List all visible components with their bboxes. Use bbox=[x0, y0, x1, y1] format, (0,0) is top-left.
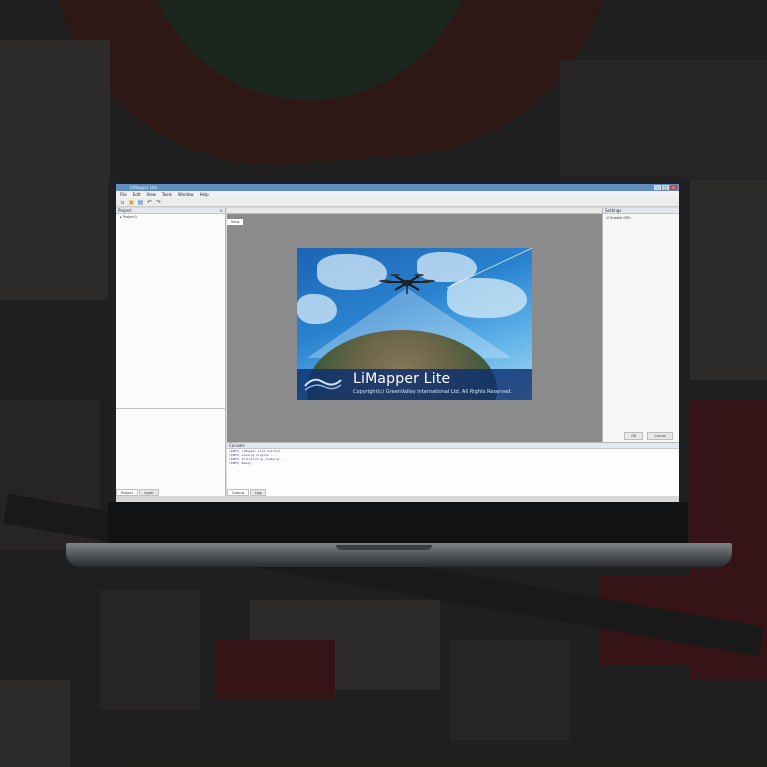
menu-help[interactable]: Help bbox=[200, 191, 209, 198]
close-button[interactable]: × bbox=[670, 185, 677, 190]
menu-window[interactable]: Window bbox=[178, 191, 194, 198]
menu-file[interactable]: File bbox=[120, 191, 127, 198]
window-titlebar: LiMapper Lite – □ × bbox=[116, 184, 679, 191]
laptop-screen: LiMapper Lite – □ × File Edit View Tools… bbox=[116, 184, 679, 502]
console-tabs: Output Log bbox=[227, 489, 267, 496]
screen-bezel bbox=[108, 502, 688, 543]
left-panel-tabs: Project Layer bbox=[116, 489, 159, 496]
splash-screen: LiMapper Lite Copyright(c) GreenValley I… bbox=[297, 248, 532, 400]
tab-layer[interactable]: Layer bbox=[138, 489, 159, 496]
save-icon[interactable]: ▤ bbox=[137, 199, 144, 206]
maximize-button[interactable]: □ bbox=[662, 185, 669, 190]
menu-tools[interactable]: Tools bbox=[162, 191, 172, 198]
menu-view[interactable]: View bbox=[146, 191, 156, 198]
settings-panel: Settings ☑ Enable GPU OK Cancel bbox=[602, 208, 679, 446]
settings-panel-header: Settings bbox=[603, 208, 679, 214]
settings-panel-title: Settings bbox=[605, 208, 622, 213]
console-header: Console bbox=[227, 443, 679, 449]
project-panel: Project × ▸ Project1 Project Layer bbox=[116, 208, 226, 496]
window-controls: – □ × bbox=[654, 185, 677, 190]
splash-copyright: Copyright(c) GreenValley International L… bbox=[353, 389, 512, 395]
settings-checkbox[interactable]: ☑ Enable GPU bbox=[603, 214, 679, 222]
laptop-notch bbox=[336, 545, 432, 550]
cancel-button[interactable]: Cancel bbox=[647, 432, 673, 440]
company-logo-icon bbox=[304, 378, 342, 391]
console-line: [INFO] Ready bbox=[229, 461, 251, 465]
splash-footer: LiMapper Lite Copyright(c) GreenValley I… bbox=[297, 369, 532, 400]
tab-output[interactable]: Output bbox=[227, 489, 250, 496]
panel-splitter[interactable] bbox=[116, 408, 226, 409]
drone-icon bbox=[379, 274, 435, 294]
menu-bar: File Edit View Tools Window Help bbox=[116, 191, 679, 198]
console-title: Console bbox=[229, 443, 245, 448]
tab-project[interactable]: Project bbox=[116, 489, 138, 496]
tree-item[interactable]: ▸ Project1 bbox=[116, 214, 225, 220]
toolbar: ▫ ▣ ▤ ↶ ↷ bbox=[116, 198, 679, 207]
window-title: LiMapper Lite bbox=[130, 185, 158, 190]
redo-icon[interactable]: ↷ bbox=[155, 199, 162, 206]
project-panel-title: Project bbox=[118, 208, 132, 213]
project-panel-header: Project × bbox=[116, 208, 225, 214]
open-folder-icon[interactable]: ▣ bbox=[128, 199, 135, 206]
menu-edit[interactable]: Edit bbox=[133, 191, 141, 198]
splash-title: LiMapper Lite bbox=[353, 371, 451, 387]
console-panel: Console [INFO] LiMapper Lite started [IN… bbox=[227, 442, 679, 496]
minimize-button[interactable]: – bbox=[654, 185, 661, 190]
new-file-icon[interactable]: ▫ bbox=[119, 199, 126, 206]
ok-button[interactable]: OK bbox=[624, 432, 644, 440]
main-view: View LiMapper Lite Copyright(c) GreenVal… bbox=[227, 208, 602, 442]
tab-log[interactable]: Log bbox=[250, 489, 267, 496]
tab-view[interactable]: View bbox=[227, 219, 244, 225]
settings-buttons: OK Cancel bbox=[624, 432, 673, 440]
undo-icon[interactable]: ↶ bbox=[146, 199, 153, 206]
close-icon[interactable]: × bbox=[220, 208, 223, 214]
view-tab-bar: View bbox=[227, 208, 602, 225]
